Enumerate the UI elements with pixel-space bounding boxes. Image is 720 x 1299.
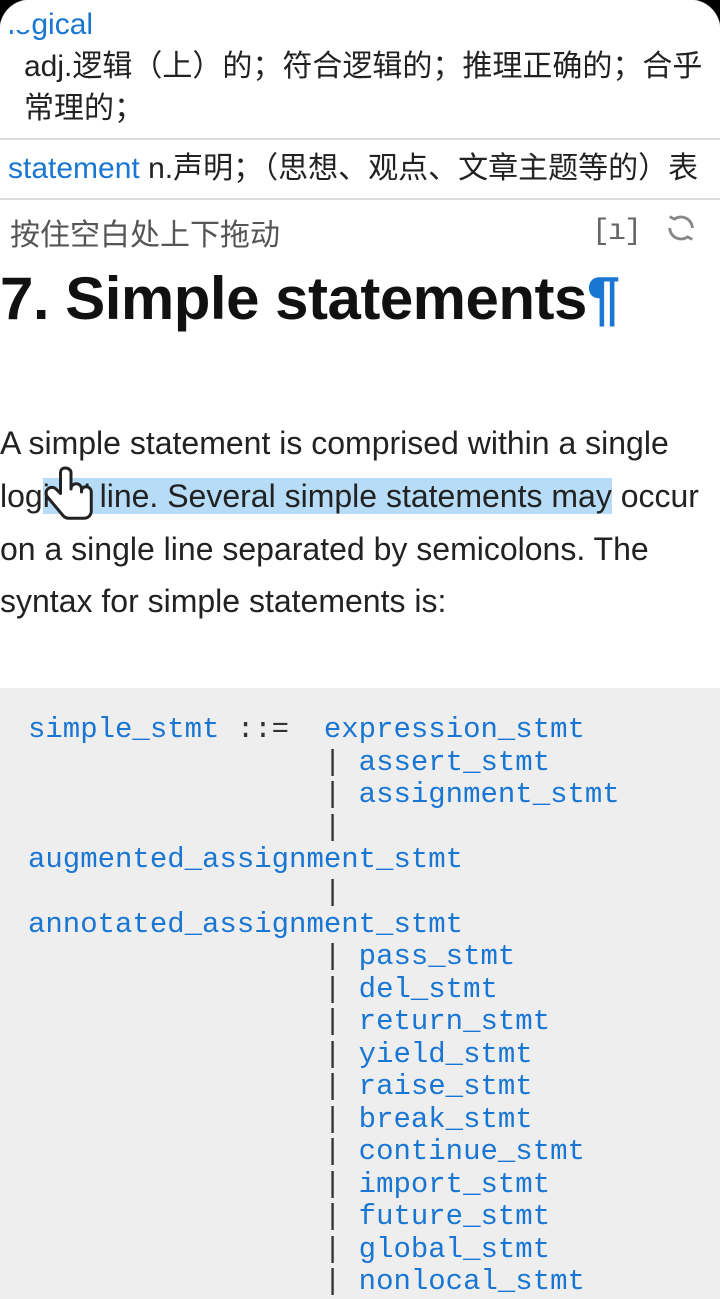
intro-paragraph[interactable]: A simple statement is comprised within a… [0,333,720,628]
grammar-head[interactable]: simple_stmt [28,713,219,746]
drag-hint-text: 按住空白处上下拖动 [10,210,580,254]
grammar-rule[interactable]: assignment_stmt [359,778,620,811]
grammar-block[interactable]: simple_stmt ::= expression_stmt | assert… [0,688,720,1298]
dict-entry-statement[interactable]: statement n.声明；（思想、观点、文章主题等的）表 [0,140,720,200]
page-title: 7. Simple statements¶ [0,258,720,333]
dict-headword: statement [8,152,140,185]
heading-number: 7. [0,265,49,332]
grammar-rule[interactable]: annotated_assignment_stmt [28,908,463,941]
dict-definition: n.声明；（思想、观点、文章主题等的）表 [148,152,698,185]
grammar-rule[interactable]: raise_stmt [359,1070,533,1103]
dict-entry-logical[interactable]: logical adj.逻辑（上）的；符合逻辑的；推理正确的；合乎常理的； [0,0,720,140]
grammar-rule[interactable]: yield_stmt [359,1038,533,1071]
heading-text: Simple statements [65,265,587,332]
grammar-rule[interactable]: expression_stmt [324,713,585,746]
grammar-rule[interactable]: del_stmt [359,973,498,1006]
dict-headword: logical [8,4,712,46]
dict-definition: adj.逻辑（上）的；符合逻辑的；推理正确的；合乎常理的； [8,46,712,130]
permalink-icon[interactable]: ¶ [587,265,620,332]
grammar-rule[interactable]: return_stmt [359,1005,550,1038]
grammar-rule[interactable]: nonlocal_stmt [359,1265,585,1298]
grammar-rule[interactable]: continue_stmt [359,1135,585,1168]
refresh-icon[interactable] [664,211,698,253]
drag-toolbar[interactable]: 按住空白处上下拖动 [ı] [0,200,720,258]
grammar-rule[interactable]: pass_stmt [359,940,516,973]
brackets-icon[interactable]: [ı] [592,215,640,249]
grammar-assign-op: ::= [237,713,289,746]
grammar-rule[interactable]: future_stmt [359,1200,550,1233]
selection-highlight: ical line. Several simple statements may [43,478,612,514]
grammar-rule[interactable]: augmented_assignment_stmt [28,843,463,876]
grammar-rule[interactable]: assert_stmt [359,746,550,779]
grammar-rule[interactable]: global_stmt [359,1233,550,1266]
grammar-rule[interactable]: break_stmt [359,1103,533,1136]
grammar-rule[interactable]: import_stmt [359,1168,550,1201]
